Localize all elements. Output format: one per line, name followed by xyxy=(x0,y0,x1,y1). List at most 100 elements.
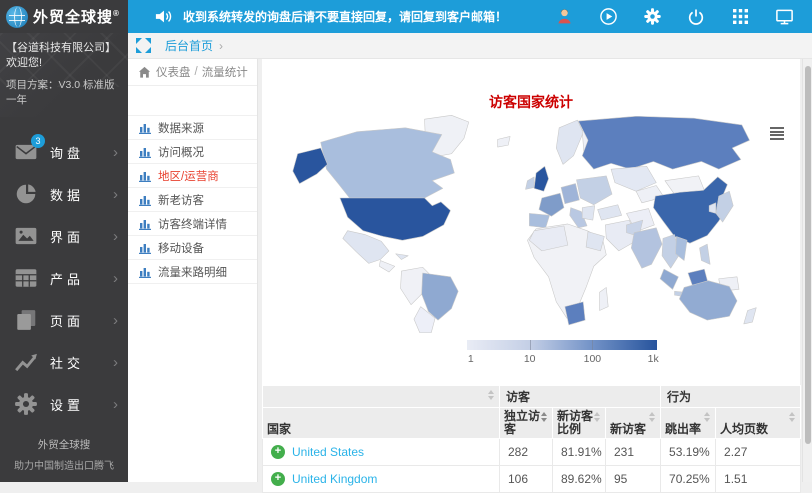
sidebar-item-label: 产品 xyxy=(50,269,113,288)
sidebar-item-interface[interactable]: 界面 › xyxy=(0,215,128,257)
legend-tick: 1k xyxy=(648,353,659,365)
crumb-page: 流量统计 xyxy=(202,64,248,80)
sub-item-data-source[interactable]: 数据来源 xyxy=(128,116,257,140)
sub-breadcrumb: 仪表盘 / 流量统计 xyxy=(128,59,257,86)
sort-icon[interactable] xyxy=(789,412,795,422)
col-header-country[interactable]: 国家 xyxy=(263,408,500,439)
image-icon xyxy=(14,224,38,248)
sidebar-item-label: 设置 xyxy=(50,395,113,414)
cell-pages-per-visit: 2.27 xyxy=(716,439,801,466)
bar-chart-icon xyxy=(139,145,152,158)
sidebar-item-pages[interactable]: 页面 › xyxy=(0,299,128,341)
sub-item-traffic-source-detail[interactable]: 流量来路明细 xyxy=(128,260,257,284)
vertical-scrollbar[interactable] xyxy=(802,59,812,482)
col-header-new-visitors[interactable]: 新访客 xyxy=(606,408,661,439)
sub-item-label: 数据来源 xyxy=(158,120,204,136)
sub-item-mobile-devices[interactable]: 移动设备 xyxy=(128,236,257,260)
sub-item-new-old-visitors[interactable]: 新老访客 xyxy=(128,188,257,212)
table-row: + United States 282 81.91% 231 53.19% 2.… xyxy=(263,439,801,466)
bar-chart-icon xyxy=(139,121,152,134)
globe-logo-icon xyxy=(6,6,28,28)
col-header-new-ratio[interactable]: 新访客比例 xyxy=(553,408,606,439)
line-chart-icon xyxy=(14,350,38,374)
sort-icon[interactable] xyxy=(488,390,494,400)
sub-item-region-carrier[interactable]: 地区/运营商 xyxy=(128,164,257,188)
country-stats-table: 访客 行为 国家 独立访客 新访客比例 xyxy=(262,385,800,493)
expand-plus-icon[interactable]: + xyxy=(271,445,285,459)
cell-bounce-rate: 70.25% xyxy=(661,466,716,493)
mail-icon: 3 xyxy=(14,140,38,164)
legend-tick: 100 xyxy=(584,353,602,365)
sub-menu: 数据来源 访问概况 地区/运营商 新老访客 访客终端详情 移动设备 流量来路明细 xyxy=(128,115,257,284)
sidebar-item-label: 社交 xyxy=(50,353,113,372)
speaker-icon xyxy=(154,7,173,26)
sub-item-label: 访客终端详情 xyxy=(158,216,227,232)
sort-icon[interactable] xyxy=(649,412,655,422)
apps-grid-icon[interactable] xyxy=(718,0,762,33)
expand-plus-icon[interactable]: + xyxy=(271,472,285,486)
cell-new-ratio: 89.62% xyxy=(553,466,606,493)
footer-slogan: 助力中国制造出口腾飞 xyxy=(0,457,128,472)
chevron-right-icon: › xyxy=(113,397,118,412)
col-header-bounce-rate[interactable]: 跳出率 xyxy=(661,408,716,439)
scrollbar-thumb[interactable] xyxy=(805,66,811,444)
sub-item-label: 地区/运营商 xyxy=(158,168,219,184)
inquiry-badge: 3 xyxy=(31,134,45,148)
registered-mark: ® xyxy=(113,9,120,18)
sort-icon-active[interactable] xyxy=(541,412,547,422)
col-header-pages-per-visit[interactable]: 人均页数 xyxy=(716,408,801,439)
sidebar-item-label: 询盘 xyxy=(50,143,113,162)
bar-chart-icon xyxy=(139,193,152,206)
home-icon xyxy=(138,66,151,79)
cell-new-visitors: 231 xyxy=(606,439,661,466)
breadcrumb-bar: 后台首页 › xyxy=(128,33,812,59)
company-info: 【谷道科技有限公司】欢迎您! 项目方案：V3.0 标准版 一年 xyxy=(0,33,128,117)
group-header-empty[interactable] xyxy=(263,386,500,408)
sub-item-label: 新老访客 xyxy=(158,192,204,208)
sidebar-item-inquiry[interactable]: 3 询盘 › xyxy=(0,131,128,173)
world-map[interactable] xyxy=(288,109,788,337)
sort-icon[interactable] xyxy=(594,412,600,422)
sidebar-item-label: 页面 xyxy=(50,311,113,330)
system-notice: 收到系统转发的询盘后请不要直接回复，请回复到客户邮箱！ xyxy=(183,8,507,25)
fullscreen-expand-icon[interactable] xyxy=(136,38,151,53)
legend-gradient-bar xyxy=(467,340,657,350)
sidebar-menu: 3 询盘 › 数据 › 界面 › xyxy=(0,131,128,425)
bar-chart-icon xyxy=(139,217,152,230)
monitor-icon[interactable] xyxy=(762,0,806,33)
col-header-unique-visitors[interactable]: 独立访客 xyxy=(500,408,553,439)
chevron-right-icon: › xyxy=(113,229,118,244)
sidebar-item-data[interactable]: 数据 › xyxy=(0,173,128,215)
sub-item-visit-overview[interactable]: 访问概况 xyxy=(128,140,257,164)
country-link[interactable]: United Kingdom xyxy=(292,472,377,486)
power-icon[interactable] xyxy=(674,0,718,33)
sidebar-footer: 外贸全球搜 助力中国制造出口腾飞 xyxy=(0,429,128,482)
logo[interactable]: 外贸全球搜® xyxy=(0,0,128,33)
breadcrumb-home-link[interactable]: 后台首页 xyxy=(165,37,213,54)
sidebar-item-settings[interactable]: 设置 › xyxy=(0,383,128,425)
gear-icon[interactable] xyxy=(630,0,674,33)
bar-chart-icon xyxy=(139,241,152,254)
sub-item-label: 移动设备 xyxy=(158,240,204,256)
breadcrumb-chevron: › xyxy=(219,39,223,53)
main-content: 访客国家统计 xyxy=(258,59,812,482)
user-avatar[interactable] xyxy=(542,0,586,33)
play-circle-icon[interactable] xyxy=(586,0,630,33)
group-header-visitors: 访客 xyxy=(500,386,661,408)
gear-icon xyxy=(14,392,38,416)
crumb-section[interactable]: 仪表盘 xyxy=(156,64,191,80)
cell-new-visitors: 95 xyxy=(606,466,661,493)
chevron-right-icon: › xyxy=(113,145,118,160)
topbar: 外贸全球搜® 收到系统转发的询盘后请不要直接回复，请回复到客户邮箱！ xyxy=(0,0,812,33)
group-header-behavior: 行为 xyxy=(661,386,801,408)
country-link[interactable]: United States xyxy=(292,445,364,459)
sub-item-visitor-terminal[interactable]: 访客终端详情 xyxy=(128,212,257,236)
sidebar-item-social[interactable]: 社交 › xyxy=(0,341,128,383)
crumb-divider: / xyxy=(195,66,198,78)
sort-icon[interactable] xyxy=(704,412,710,422)
chevron-right-icon: › xyxy=(113,313,118,328)
chevron-right-icon: › xyxy=(113,271,118,286)
company-welcome: 【谷道科技有限公司】欢迎您! xyxy=(6,41,122,71)
sidebar-item-product[interactable]: 产品 › xyxy=(0,257,128,299)
bar-chart-icon xyxy=(139,265,152,278)
